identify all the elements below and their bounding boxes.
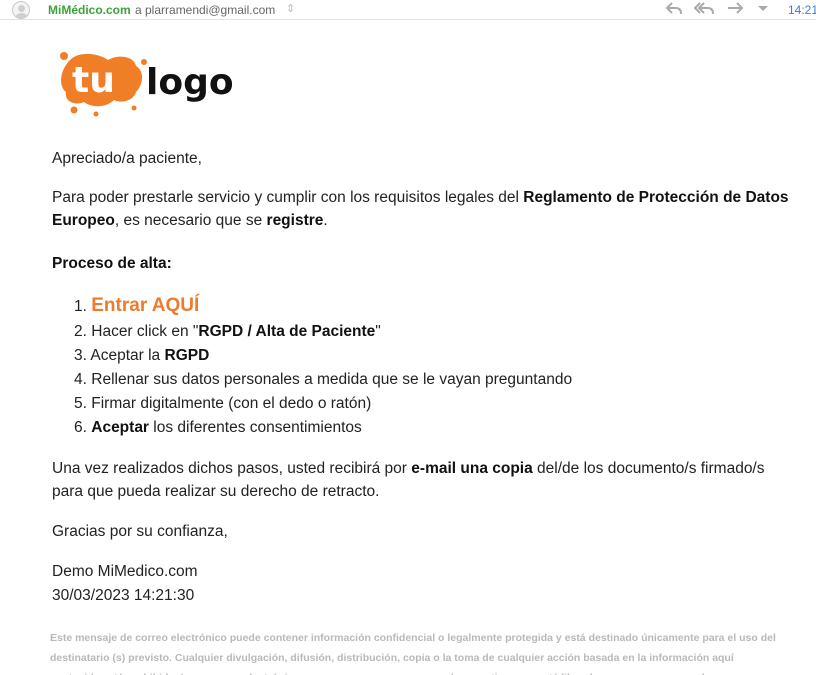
forward-icon[interactable] [727,0,744,21]
list-item: 3. Aceptar la RGPD [74,347,210,364]
reply-all-icon[interactable] [693,0,714,21]
sender-avatar[interactable] [12,1,30,19]
list-item: 6. Aceptar los diferentes consentimiento… [74,419,362,436]
message-header: MiMédico.com a plarramendi@gmail.com ⇕ 1… [0,0,816,20]
reply-icon[interactable] [665,0,682,21]
signature-name: Demo MiMedico.com [52,563,198,580]
expand-details-icon[interactable]: ⇕ [286,2,295,15]
entrar-aqui-link[interactable]: Entrar AQUÍ [91,295,199,316]
intro-register-bold: registre [266,212,324,229]
email-intro: Para poder prestarle servicio y cumplir … [52,189,789,229]
message-time: 14:21 [788,3,816,17]
list-item: 1. Entrar AQUÍ [74,295,200,316]
outro-email-copy-bold: e-mail una copia [411,460,533,477]
logo-text-logo: logo [146,62,234,103]
steps-list: 1. Entrar AQUÍ 2. Hacer click en "RGPD /… [74,292,572,440]
process-heading: Proceso de alta: [52,255,172,272]
more-dropdown-icon[interactable] [757,0,769,21]
email-thanks: Gracias por su confianza, [52,523,228,540]
list-item: 2. Hacer click en "RGPD / Alta de Pacien… [74,323,381,340]
email-outro: Una vez realizados dichos pasos, usted r… [52,460,765,500]
legal-disclaimer: Este mensaje de correo electrónico puede… [50,632,776,675]
list-item: 4. Rellenar sus datos personales a medid… [74,371,573,388]
list-item: 5. Firmar digitalmente (con el dedo o ra… [74,395,372,412]
email-greeting: Apreciado/a paciente, [52,150,202,167]
recipient-address: a plarramendi@gmail.com [135,3,276,17]
logo-text-tu: tu [72,60,115,101]
company-logo: tu logo [56,48,252,118]
sender-name[interactable]: MiMédico.com [48,3,131,17]
signature-date: 30/03/2023 14:21:30 [52,587,195,604]
